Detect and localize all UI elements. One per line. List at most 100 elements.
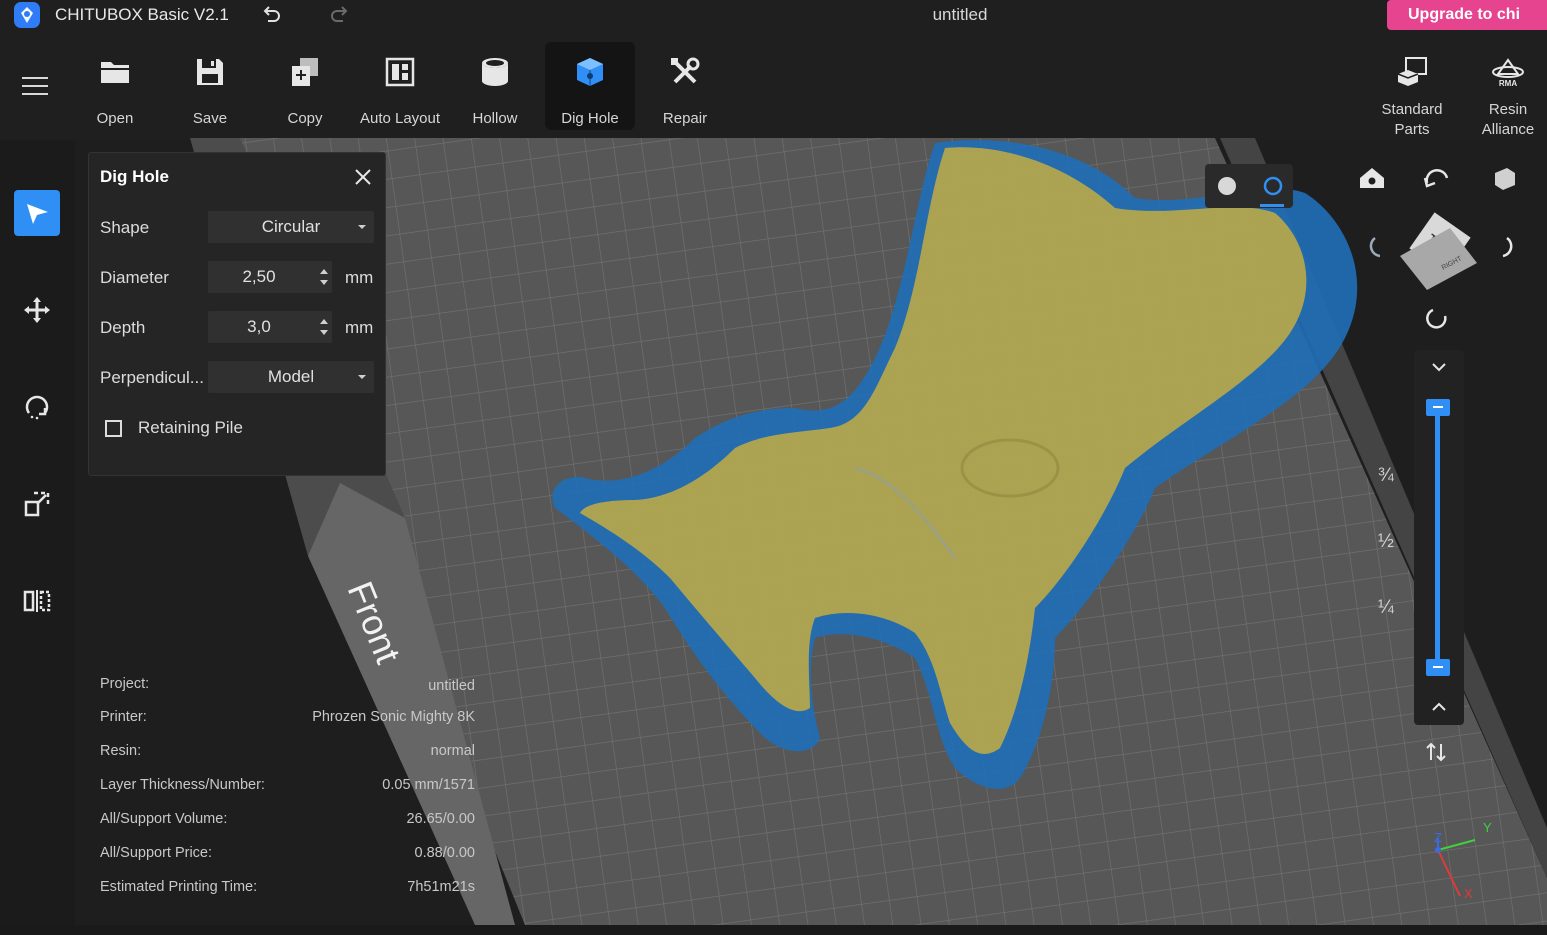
open-button[interactable]: Open <box>70 42 160 130</box>
upgrade-button[interactable]: Upgrade to chi <box>1387 0 1547 30</box>
close-icon[interactable] <box>353 167 373 187</box>
move-tool-button[interactable] <box>14 287 60 333</box>
retaining-pile-checkbox[interactable] <box>105 420 122 437</box>
info-key: Estimated Printing Time: <box>100 879 258 895</box>
rotate-tool-button[interactable] <box>14 384 60 430</box>
info-key: All/Support Volume: <box>100 811 228 827</box>
standard-parts-button[interactable]: Standard Parts <box>1367 42 1457 138</box>
app-logo-icon <box>14 2 40 28</box>
depth-value[interactable]: 3,0 <box>208 311 310 343</box>
auto-layout-button[interactable]: Auto Layout <box>355 42 445 130</box>
resin-alliance-label-line1: Resin <box>1488 101 1528 118</box>
repair-label: Repair <box>662 110 708 127</box>
home-view-icon[interactable] <box>1360 168 1384 188</box>
select-tool-button[interactable] <box>14 190 60 236</box>
svg-text:RMA: RMA <box>1499 79 1517 88</box>
diameter-decrement-icon[interactable] <box>320 280 328 285</box>
axis-x-label: X <box>1464 886 1473 901</box>
rotate-icon <box>25 395 49 420</box>
info-key: All/Support Price: <box>100 845 213 861</box>
depth-label: Depth <box>100 318 146 337</box>
info-key: Resin: <box>100 743 142 759</box>
shape-value: Circular <box>261 217 321 236</box>
slider-mark-half: ½ <box>1378 531 1394 552</box>
rotate-down-icon[interactable] <box>1369 236 1381 258</box>
hollow-label: Hollow <box>472 110 518 127</box>
perspective-cube-icon[interactable] <box>1495 168 1515 190</box>
layer-slider-track <box>1435 406 1440 668</box>
diameter-increment-icon[interactable] <box>320 269 328 274</box>
shape-dropdown[interactable]: Circular <box>208 211 374 243</box>
repair-icon <box>667 54 703 90</box>
perpendicular-label: Perpendicul... <box>100 368 204 387</box>
diameter-value[interactable]: 2,50 <box>208 261 310 293</box>
scale-icon <box>24 491 50 517</box>
mirror-tool-button[interactable] <box>14 578 60 624</box>
dig-hole-label: Dig Hole <box>561 110 619 127</box>
folder-icon <box>97 54 133 90</box>
document-title: untitled <box>932 5 988 24</box>
shape-label: Shape <box>100 218 150 237</box>
main-toolbar: Open Save Copy Auto Layout Hollow Dig Ho… <box>0 32 1547 138</box>
slider-mark-quarter: ¼ <box>1378 597 1394 618</box>
dig-hole-button[interactable]: Dig Hole <box>545 42 635 130</box>
chevron-down-icon <box>358 375 366 379</box>
standard-parts-label: Standard Parts <box>1367 100 1457 140</box>
rotate-up-icon[interactable] <box>1426 308 1447 329</box>
info-value: 0.05 mm/1571 <box>382 777 475 793</box>
depth-decrement-icon[interactable] <box>320 330 328 335</box>
title-bar: CHITUBOX Basic V2.1 untitled Upgrade to … <box>0 0 1547 32</box>
info-value: 7h51m21s <box>407 879 475 895</box>
undo-icon[interactable] <box>260 3 284 27</box>
menu-icon[interactable] <box>22 76 48 96</box>
app-title: CHITUBOX Basic V2.1 <box>55 5 229 24</box>
solid-view-icon[interactable] <box>1218 177 1236 195</box>
dig-hole-icon <box>572 54 608 90</box>
depth-unit: mm <box>345 318 374 337</box>
info-key: Printer: <box>100 709 147 725</box>
info-value: 0.88/0.00 <box>414 845 475 861</box>
hollow-icon <box>477 54 513 90</box>
copy-button[interactable]: Copy <box>260 42 350 130</box>
perpendicular-dropdown[interactable]: Model <box>208 361 374 393</box>
floppy-icon <box>192 54 228 90</box>
select-arrow-icon <box>27 204 48 224</box>
hollow-button[interactable]: Hollow <box>450 42 540 130</box>
panel-title: Dig Hole <box>100 167 169 186</box>
rotate-right-icon[interactable] <box>1502 236 1513 258</box>
resin-alliance-label-line2: Alliance <box>1481 121 1535 138</box>
info-value: Phrozen Sonic Mighty 8K <box>312 709 475 725</box>
retaining-pile-label: Retaining Pile <box>138 418 243 437</box>
resin-alliance-label: Resin Alliance <box>1463 100 1547 140</box>
info-value: normal <box>430 743 475 759</box>
axis-y-label: Y <box>1483 820 1492 835</box>
rma-icon: RMA <box>1490 54 1526 90</box>
repair-button[interactable]: Repair <box>640 42 730 130</box>
status-bar <box>0 925 1547 935</box>
diameter-label: Diameter <box>100 268 169 287</box>
perpendicular-value: Model <box>267 367 315 386</box>
rotate-left-icon[interactable] <box>1425 169 1449 184</box>
standard-parts-label-line2: Parts <box>1394 121 1430 138</box>
depth-stepper[interactable]: 3,0 <box>208 311 332 343</box>
auto-layout-label: Auto Layout <box>359 110 441 127</box>
standard-parts-icon <box>1394 54 1430 90</box>
axis-z-label: Z <box>1434 830 1442 845</box>
info-key: Layer Thickness/Number: <box>100 777 265 793</box>
diameter-stepper[interactable]: 2,50 <box>208 261 332 293</box>
info-key: Project: <box>100 676 150 692</box>
copy-icon <box>287 54 323 90</box>
resin-alliance-button[interactable]: RMA Resin Alliance <box>1463 42 1547 138</box>
auto-layout-icon <box>382 54 418 90</box>
redo-icon[interactable] <box>327 3 351 27</box>
save-button[interactable]: Save <box>165 42 255 130</box>
scale-tool-button[interactable] <box>14 481 60 527</box>
diameter-unit: mm <box>345 268 374 287</box>
standard-parts-label-line1: Standard <box>1381 101 1443 118</box>
depth-increment-icon[interactable] <box>320 319 328 324</box>
dig-hole-panel: Dig Hole Shape Circular Diameter 2,50 mm… <box>88 152 386 476</box>
slider-mark-three-quarters: ¾ <box>1378 465 1394 486</box>
copy-label: Copy <box>287 110 323 127</box>
chevron-down-icon <box>358 225 366 229</box>
save-label: Save <box>192 110 228 127</box>
